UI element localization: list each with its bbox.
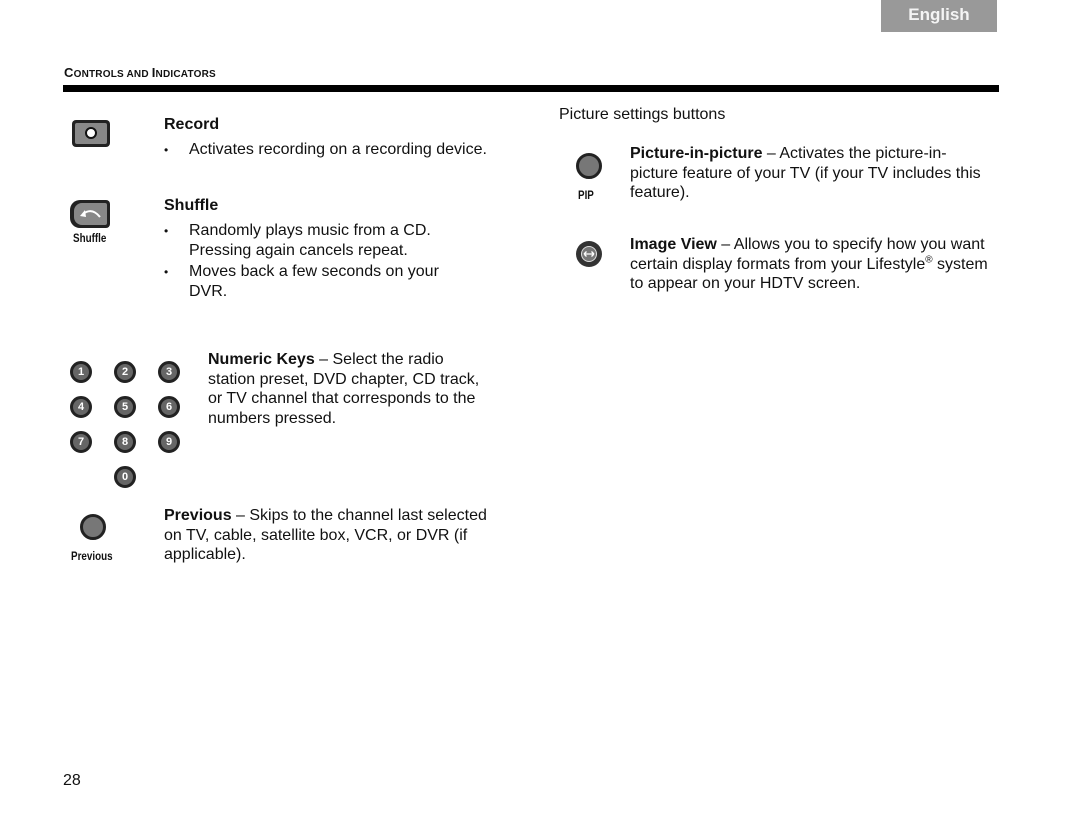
picture-settings-heading: Picture settings buttons	[559, 106, 726, 123]
section-title: CONTROLS AND INDICATORS	[64, 65, 216, 80]
previous-desc: Previous – Skips to the channel last sel…	[164, 506, 489, 565]
image-view-button-icon	[576, 241, 602, 267]
numeric-key-8: 8	[114, 431, 136, 453]
section-title-part: ONTROLS AND	[73, 69, 152, 80]
numeric-key-7: 7	[70, 431, 92, 453]
previous-icon-label: Previous	[71, 549, 113, 563]
numeric-key-0: 0	[114, 466, 136, 488]
section-title-cap: C	[64, 65, 74, 80]
numeric-key-6: 6	[158, 396, 180, 418]
shuffle-bullet: Randomly plays music from a CD. Pressing…	[164, 221, 474, 261]
numeric-keys-title: Numeric Keys	[208, 351, 315, 368]
record-bullet: Activates recording on a recording devic…	[164, 140, 489, 160]
record-title: Record	[164, 116, 220, 133]
numeric-key-1: 1	[70, 361, 92, 383]
shuffle-bullet: Moves back a few seconds on your DVR.	[164, 262, 474, 302]
numeric-key-3: 3	[158, 361, 180, 383]
pip-title: Picture-in-picture	[630, 145, 763, 162]
shuffle-bullets: Randomly plays music from a CD. Pressing…	[164, 221, 474, 302]
numeric-key-2: 2	[114, 361, 136, 383]
section-title-part: NDICATORS	[155, 69, 216, 80]
registered-mark: ®	[925, 254, 933, 266]
record-button-icon	[72, 120, 110, 147]
language-tab[interactable]: English	[881, 0, 997, 32]
section-rule	[63, 85, 999, 92]
numeric-keys-desc: Numeric Keys – Select the radio station …	[208, 350, 483, 428]
numeric-key-5: 5	[114, 396, 136, 418]
pip-icon-label: PIP	[578, 188, 594, 202]
shuffle-title: Shuffle	[164, 197, 219, 214]
page-number: 28	[63, 772, 81, 789]
image-view-title: Image View	[630, 236, 717, 253]
shuffle-button-icon	[70, 200, 110, 228]
numeric-key-4: 4	[70, 396, 92, 418]
image-view-desc: Image View – Allows you to specify how y…	[630, 235, 990, 294]
pip-button-icon	[576, 153, 602, 179]
previous-button-icon	[80, 514, 106, 540]
numeric-key-9: 9	[158, 431, 180, 453]
pip-desc: Picture-in-picture – Activates the pictu…	[630, 144, 990, 203]
shuffle-icon-label: Shuffle	[73, 231, 107, 245]
previous-title: Previous	[164, 507, 232, 524]
